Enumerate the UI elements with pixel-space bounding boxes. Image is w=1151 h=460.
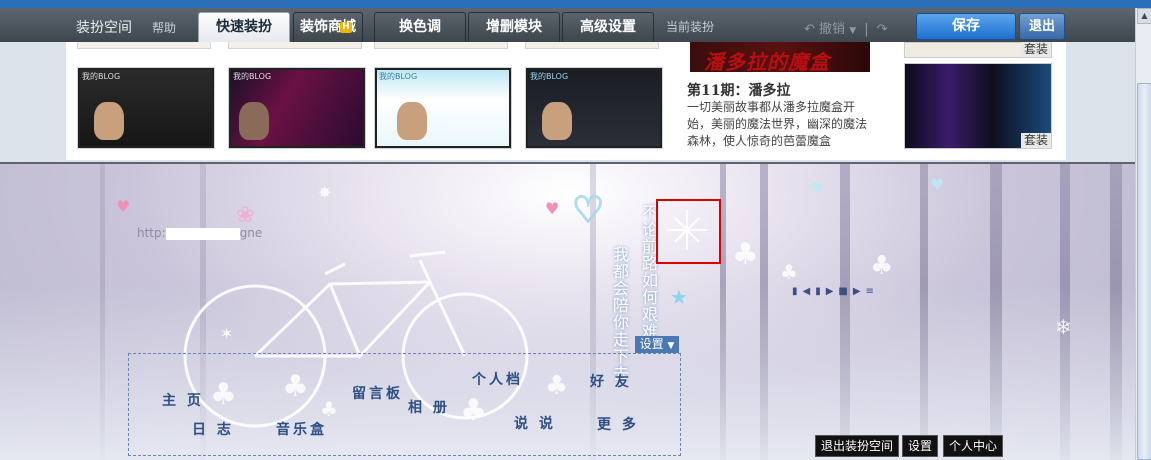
svg-text:❀: ❀ xyxy=(236,203,254,228)
thumb-portrait xyxy=(397,102,427,140)
nav-album[interactable]: 相 册 xyxy=(408,397,450,417)
redo-arrow-icon[interactable]: ↷ xyxy=(877,22,888,37)
suit-label: 套装 xyxy=(1020,133,1051,148)
template-thumb-4[interactable]: 我的BLOG xyxy=(525,67,663,149)
nav-diary[interactable]: 日 志 xyxy=(192,419,234,439)
feature-banner[interactable]: 潘多拉的魔盒 xyxy=(690,42,870,74)
svg-text:♣: ♣ xyxy=(870,251,893,281)
highlight-box xyxy=(656,199,721,264)
thumb-portrait xyxy=(94,102,124,140)
svg-text:♥: ♥ xyxy=(545,199,559,218)
svg-text:★: ★ xyxy=(670,285,688,309)
chevron-down-icon[interactable]: ▼ xyxy=(849,26,856,36)
svg-text:♥: ♥ xyxy=(810,179,824,198)
tab-modules[interactable]: 增删模块 xyxy=(468,12,560,42)
settings-button[interactable]: 设置 xyxy=(902,435,939,457)
svg-text:♣: ♣ xyxy=(780,260,798,284)
exit-decorate-button[interactable]: 退出装扮空间 xyxy=(815,435,900,457)
template-thumb-prev[interactable] xyxy=(77,42,211,49)
nav-guestbook[interactable]: 留言板 xyxy=(352,383,403,403)
feature-description: 一切美丽故事都从潘多拉魔盒开始，美丽的魔法世界，幽深的魔法森林，使人惊奇的芭蕾魔… xyxy=(687,100,868,148)
decorate-toolbar: 装扮空间 帮助 快速装扮 装饰商城 H 换色调 增删模块 高级设置 当前装扮 ↶… xyxy=(0,8,1135,43)
exit-button[interactable]: 退出 xyxy=(1019,13,1065,40)
hot-badge: H xyxy=(340,22,352,33)
nav-talk[interactable]: 说 说 xyxy=(514,413,556,433)
undo-label: 撤销 xyxy=(819,22,846,37)
toolbar-title: 装扮空间 xyxy=(76,20,132,36)
window-top-strip xyxy=(0,0,1151,8)
thumb-title: 我的BLOG xyxy=(82,72,121,81)
tab-advanced[interactable]: 高级设置 xyxy=(562,12,654,42)
url-redaction xyxy=(165,227,240,240)
settings-label: 设置 xyxy=(639,337,664,351)
nav-profile[interactable]: 个人档 xyxy=(472,369,523,389)
help-link[interactable]: 帮助 xyxy=(152,19,176,36)
thumb-portrait xyxy=(239,102,269,140)
template-thumb-3[interactable]: 我的BLOG xyxy=(374,67,512,149)
undo-arrow-icon: ↶ xyxy=(804,22,815,37)
scroll-up-icon[interactable]: ▲ xyxy=(1137,8,1151,24)
scrollbar-thumb[interactable] xyxy=(1137,83,1151,460)
separator: | xyxy=(864,22,869,37)
nav-music[interactable]: 音乐盒 xyxy=(276,419,327,439)
personal-center-button[interactable]: 个人中心 xyxy=(943,435,1004,457)
suit-card-1[interactable]: 套装 xyxy=(904,42,1052,58)
current-suit-link[interactable]: 当前装扮 xyxy=(666,18,714,35)
svg-text:♣: ♣ xyxy=(732,237,759,272)
blog-preview: ♥ ❀ ♥ ♡ ♥ ♥ ♣ ♣ ♣ ❄ ✶ ★ ✸ ♣ ♣ ♣ ♣ ♣ http… xyxy=(0,164,1135,460)
nav-home[interactable]: 主 页 xyxy=(162,390,204,410)
feature-banner-text: 潘多拉的魔盒 xyxy=(704,50,830,74)
thumb-title: 我的BLOG xyxy=(530,72,569,81)
template-thumb-prev[interactable] xyxy=(374,42,508,49)
thumb-title: 我的BLOG xyxy=(233,72,272,81)
blog-url[interactable]: http: gne xyxy=(137,226,262,240)
save-button[interactable]: 保存 xyxy=(916,13,1016,40)
svg-text:✶: ✶ xyxy=(220,324,233,343)
nav-more[interactable]: 更 多 xyxy=(597,414,639,434)
vertical-scrollbar[interactable]: ▲ xyxy=(1135,8,1151,460)
music-player-controls[interactable]: ▮◀▮▶■▶≡ xyxy=(792,286,879,297)
tab-quick-decorate[interactable]: 快速装扮 xyxy=(198,12,290,42)
tab-change-color[interactable]: 换色调 xyxy=(374,12,466,42)
suit-label: 套装 xyxy=(1020,42,1051,57)
nav-friends[interactable]: 好 友 xyxy=(590,371,632,391)
module-settings-button[interactable]: 设置 ▼ xyxy=(635,336,679,353)
template-thumb-prev[interactable] xyxy=(228,42,362,49)
chevron-down-icon: ▼ xyxy=(667,341,675,351)
undo-control[interactable]: ↶ 撤销 ▼ | ↷ xyxy=(804,18,888,37)
feature-title[interactable]: 第11期：潘多拉 xyxy=(687,80,790,100)
svg-text:❄: ❄ xyxy=(1055,315,1072,339)
template-thumb-prev[interactable] xyxy=(525,42,659,49)
blog-nav-module xyxy=(128,353,681,456)
template-thumb-2[interactable]: 我的BLOG xyxy=(228,67,366,149)
thumb-title: 我的BLOG xyxy=(379,72,418,81)
url-suffix: gne xyxy=(239,226,263,240)
svg-text:♥: ♥ xyxy=(930,175,944,194)
url-prefix: http: xyxy=(137,226,166,240)
svg-text:✸: ✸ xyxy=(318,183,331,202)
template-thumb-1[interactable]: 我的BLOG xyxy=(77,67,215,149)
tab-decor-mall[interactable]: 装饰商城 xyxy=(293,12,363,42)
svg-text:♥: ♥ xyxy=(116,197,130,216)
thumb-portrait xyxy=(542,102,572,140)
svg-text:♡: ♡ xyxy=(572,190,604,231)
suit-card-2[interactable]: 套装 xyxy=(904,63,1052,149)
